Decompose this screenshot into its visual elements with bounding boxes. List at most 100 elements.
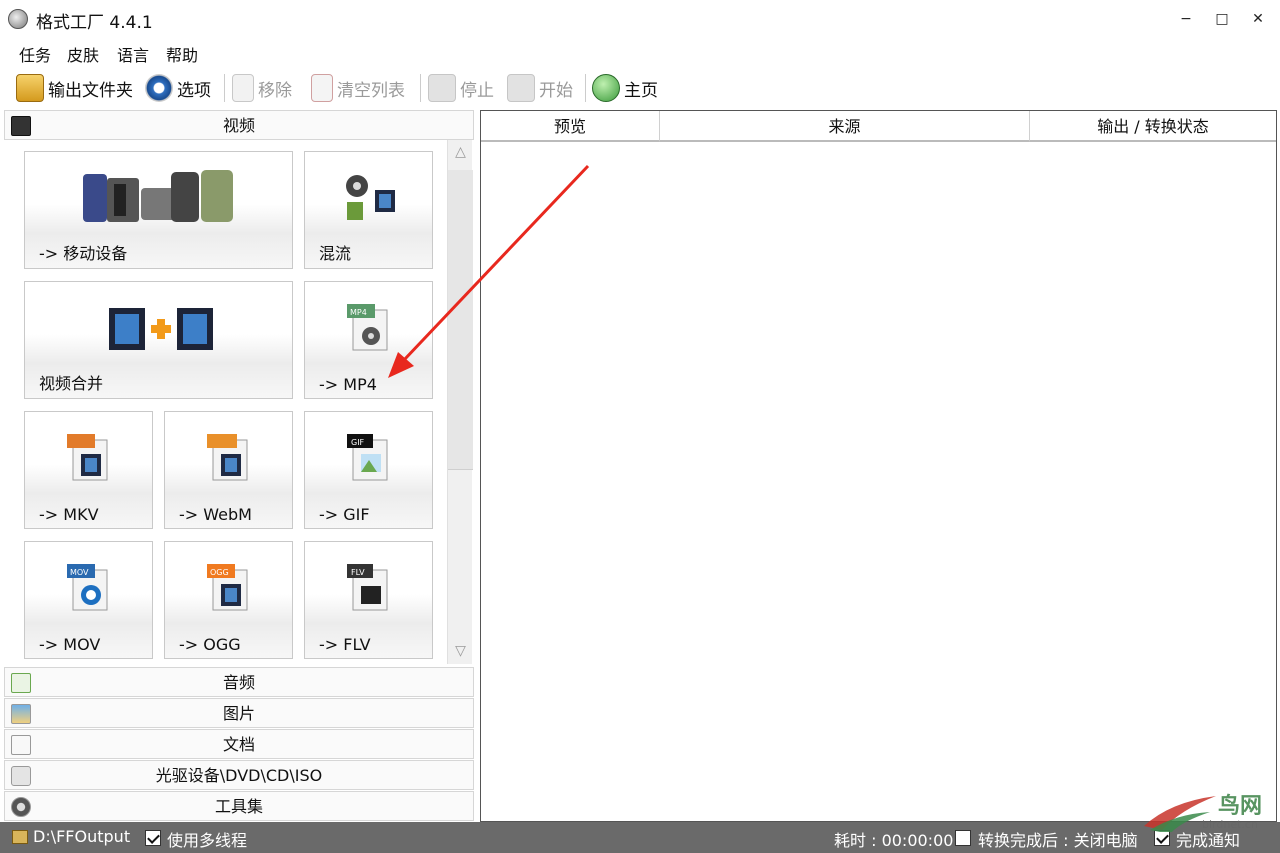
menu-task[interactable]: 任务 [19,42,51,66]
column-output-status[interactable]: 输出 / 转换状态 [1030,111,1276,142]
image-category-header[interactable]: 图片 [4,698,474,728]
column-source[interactable]: 来源 [660,111,1030,142]
audio-category-label: 音频 [222,673,255,692]
tile-video-merge-label: 视频合并 [39,374,104,393]
clear-list-icon [311,74,333,102]
options-button[interactable]: 选项 [145,71,211,105]
task-list[interactable]: 预览 来源 输出 / 转换状态 [480,110,1277,822]
tile-gif[interactable]: GIF -> GIF [304,411,433,529]
disc-drive-icon [11,766,31,786]
checkbox-checked-icon [145,830,161,846]
clear-list-label: 清空列表 [337,80,405,101]
output-folder-button[interactable]: 输出文件夹 [16,71,133,105]
notify-checkbox[interactable] [1154,829,1170,848]
video-category-label: 视频 [222,116,255,135]
start-icon [507,74,535,102]
stop-button[interactable]: 停止 [428,71,494,105]
tile-mux-label: 混流 [319,244,352,263]
toolbar-separator [224,74,225,102]
folder-small-icon [12,830,28,844]
close-button[interactable]: ✕ [1244,8,1272,30]
document-icon [11,735,31,755]
after-convert-label: 转换完成后 : 关闭电脑 [978,831,1138,850]
audio-icon [11,673,31,693]
folder-icon [16,74,44,102]
checkbox-unchecked-icon [955,830,971,846]
tile-video-merge[interactable]: 视频合并 [24,281,293,399]
tiles-scrollbar[interactable]: △ ▽ [447,140,473,664]
status-bar: D:\FFOutput 使用多线程 耗时 : 00:00:00 转换完成后 : … [0,822,1280,853]
disc-category-header[interactable]: 光驱设备\DVD\CD\ISO [4,760,474,790]
gif-file-icon: GIF [347,434,388,481]
tile-mobile-devices-label: -> 移动设备 [39,244,128,263]
home-globe-icon [592,74,620,102]
disc-category-label: 光驱设备\DVD\CD\ISO [155,766,323,785]
start-button[interactable]: 开始 [507,71,573,105]
video-merge-icon [109,308,213,350]
home-label: 主页 [624,80,658,101]
shutdown-checkbox[interactable] [955,829,971,848]
tile-mux[interactable]: 混流 [304,151,433,269]
tile-mov[interactable]: MOV -> MOV [24,541,153,659]
menu-skin[interactable]: 皮肤 [67,42,99,66]
minimize-button[interactable]: − [1172,8,1200,30]
app-logo-icon [8,9,28,29]
tools-icon [11,797,31,817]
tile-mov-label: -> MOV [39,635,101,654]
toolbar-separator [420,74,421,102]
scroll-down-arrow-icon[interactable]: ▽ [450,641,471,662]
remove-doc-icon [232,74,254,102]
svg-text:GIF: GIF [351,438,365,447]
menu-bar: 任务 皮肤 语言 帮助 [0,38,1280,66]
document-category-label: 文档 [222,735,255,754]
scroll-thumb[interactable] [448,170,473,470]
start-label: 开始 [539,80,573,101]
output-path[interactable]: D:\FFOutput [33,827,130,846]
tile-ogg-label: -> OGG [179,635,241,654]
tile-mp4[interactable]: MP4 -> MP4 [304,281,433,399]
image-category-label: 图片 [222,704,255,723]
maximize-button[interactable]: □ [1208,8,1236,30]
tile-webm[interactable]: -> WebM [164,411,293,529]
scroll-up-arrow-icon[interactable]: △ [450,142,471,163]
tile-mkv-label: -> MKV [39,505,99,524]
mobile-devices-icon [83,170,233,222]
tools-category-header[interactable]: 工具集 [4,791,474,821]
tile-mkv[interactable]: -> MKV [24,411,153,529]
video-category-header[interactable]: 视频 [4,110,474,140]
category-panel: 视频 -> 移动设备 混流 视频合并 MP4 -> MP4 -> MKV -> … [4,110,474,822]
stop-label: 停止 [460,80,494,101]
multithread-label: 使用多线程 [167,831,248,850]
tile-ogg[interactable]: OGG -> OGG [164,541,293,659]
tile-mobile-devices[interactable]: -> 移动设备 [24,151,293,269]
document-category-header[interactable]: 文档 [4,729,474,759]
mov-file-icon: MOV [67,564,108,611]
svg-text:OGG: OGG [210,568,229,577]
tile-webm-label: -> WebM [179,505,252,524]
tile-mp4-label: -> MP4 [319,375,377,394]
column-preview[interactable]: 预览 [481,111,660,142]
tile-flv[interactable]: FLV -> FLV [304,541,433,659]
remove-label: 移除 [258,80,292,101]
mp4-file-icon: MP4 [347,304,388,351]
remove-button[interactable]: 移除 [232,71,292,105]
home-button[interactable]: 主页 [592,71,658,105]
svg-text:MP4: MP4 [350,308,367,317]
video-clapper-icon [11,116,31,136]
menu-help[interactable]: 帮助 [166,42,198,66]
tools-category-label: 工具集 [214,797,263,816]
checkbox-checked-icon [1154,830,1170,846]
menu-language[interactable]: 语言 [117,42,149,66]
options-label: 选项 [177,80,211,101]
image-icon [11,704,31,724]
notify-label: 完成通知 [1176,831,1241,850]
mux-icon [346,175,395,220]
multithread-checkbox[interactable] [145,829,161,848]
clear-list-button[interactable]: 清空列表 [311,71,405,105]
tile-flv-label: -> FLV [319,635,371,654]
output-folder-label: 输出文件夹 [48,80,133,101]
toolbar-separator [585,74,586,102]
mkv-file-icon [67,434,108,481]
elapsed-time: 耗时 : 00:00:00 [834,831,954,850]
audio-category-header[interactable]: 音频 [4,667,474,697]
